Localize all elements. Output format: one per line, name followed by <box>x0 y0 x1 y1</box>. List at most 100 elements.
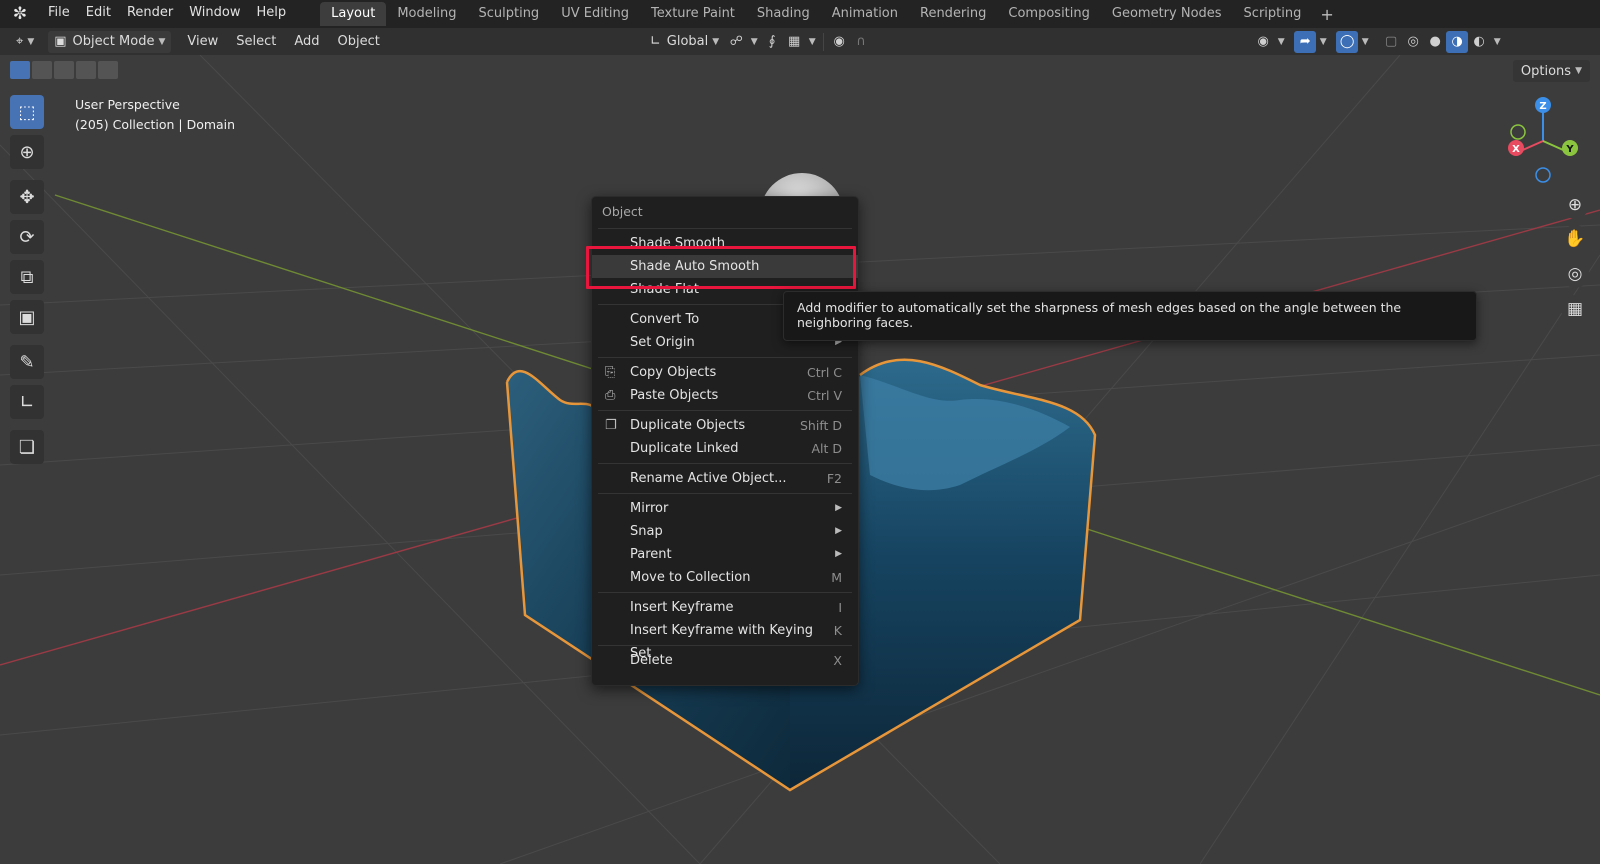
pivot-point-icon[interactable]: ☍ <box>725 31 747 53</box>
menu-item-label: Duplicate Objects <box>630 418 746 433</box>
falloff-curve-icon[interactable]: ∩ <box>850 31 872 53</box>
xray-toggle-icon[interactable]: ▢ <box>1380 31 1402 53</box>
zoom-icon[interactable]: ⊕ <box>1561 191 1589 219</box>
select-extend-icon[interactable] <box>32 61 52 79</box>
pan-hand-icon[interactable]: ✋ <box>1561 225 1589 253</box>
navigation-gizmo[interactable]: Z X Y <box>1508 97 1578 183</box>
overlays-toggle-icon[interactable]: ◯ <box>1336 30 1359 53</box>
tab-sculpting[interactable]: Sculpting <box>467 2 550 26</box>
header-menu-object[interactable]: Object <box>332 31 386 53</box>
tab-texture-paint[interactable]: Texture Paint <box>640 2 746 26</box>
wireframe-shading-icon[interactable]: ◎ <box>1402 31 1424 53</box>
options-dropdown[interactable]: Options ▼ <box>1512 60 1590 82</box>
snap-icon[interactable]: ∮ <box>761 31 783 53</box>
chevron-down-icon[interactable]: ▼ <box>747 31 761 53</box>
menu-item-parent[interactable]: Parent ▶ <box>592 543 858 566</box>
tab-layout[interactable]: Layout <box>320 2 387 26</box>
camera-view-icon[interactable]: ◎ <box>1561 260 1589 288</box>
viewport-header: ⌖ ▼ ▣ Object Mode ▼ View Select Add Object ∟… <box>0 28 1600 55</box>
menu-item-mirror[interactable]: Mirror ▶ <box>592 497 858 520</box>
menu-item-label: Rename Active Object... <box>630 471 787 486</box>
menu-item-label: Convert To <box>630 312 700 327</box>
menu-separator <box>598 592 852 593</box>
editor-type-button[interactable]: ⌖ ▼ <box>10 31 40 53</box>
menu-shortcut: X <box>833 653 842 668</box>
header-menu-add[interactable]: Add <box>288 31 325 53</box>
menu-item-insert-keyframe[interactable]: Insert Keyframe I <box>592 596 858 619</box>
menu-item-label: Set Origin <box>630 335 695 350</box>
menu-item-label: Insert Keyframe with Keying Set <box>630 623 814 661</box>
select-new-icon[interactable] <box>10 61 30 79</box>
tab-rendering[interactable]: Rendering <box>909 2 997 26</box>
add-workspace-button[interactable]: + <box>1312 5 1341 24</box>
tab-geometry-nodes[interactable]: Geometry Nodes <box>1101 2 1233 26</box>
scale-tool-icon[interactable]: ⧉ <box>10 260 44 294</box>
menu-item-paste-objects[interactable]: ⎙ Paste Objects Ctrl V <box>592 384 858 407</box>
chevron-down-icon[interactable]: ▼ <box>1274 31 1288 53</box>
tab-uv-editing[interactable]: UV Editing <box>550 2 640 26</box>
tab-modeling[interactable]: Modeling <box>386 2 467 26</box>
menu-help[interactable]: Help <box>249 0 295 28</box>
menu-item-duplicate-objects[interactable]: ❐ Duplicate Objects Shift D <box>592 414 858 437</box>
menu-item-copy-objects[interactable]: ⎘ Copy Objects Ctrl C <box>592 361 858 384</box>
menu-shortcut: Shift D <box>799 418 842 433</box>
menu-item-rename-active-object[interactable]: Rename Active Object... F2 <box>592 467 858 490</box>
paste-icon: ⎙ <box>605 388 616 403</box>
menu-shortcut: Ctrl V <box>807 388 842 403</box>
blender-logo-icon[interactable]: ✼ <box>0 0 40 28</box>
visibility-icon[interactable]: ◉ <box>1252 31 1274 53</box>
move-tool-icon[interactable]: ✥ <box>10 180 44 214</box>
tab-animation[interactable]: Animation <box>821 2 909 26</box>
proportional-editing-icon[interactable]: ◉ <box>828 31 850 53</box>
material-preview-shading-icon[interactable]: ◑ <box>1446 30 1469 53</box>
menu-item-snap[interactable]: Snap ▶ <box>592 520 858 543</box>
tab-shading[interactable]: Shading <box>746 2 821 26</box>
menu-file[interactable]: File <box>40 0 78 28</box>
mode-dropdown[interactable]: ▣ Object Mode ▼ <box>48 30 172 53</box>
transform-tool-icon[interactable]: ▣ <box>10 300 44 334</box>
add-cube-tool-icon[interactable]: ❏ <box>10 430 44 464</box>
submenu-arrow-icon: ▶ <box>835 549 842 559</box>
tab-scripting[interactable]: Scripting <box>1233 2 1313 26</box>
menu-render[interactable]: Render <box>119 0 181 28</box>
orientation-label: Global <box>666 34 709 49</box>
rotate-tool-icon[interactable]: ⟳ <box>10 220 44 254</box>
menu-item-label: Parent <box>630 547 672 562</box>
select-subtract-icon[interactable] <box>54 61 74 79</box>
snap-target-icon[interactable]: ▦ <box>783 31 805 53</box>
chevron-down-icon[interactable]: ▼ <box>805 31 819 53</box>
copy-icon: ⎘ <box>605 365 616 380</box>
menu-separator <box>598 493 852 494</box>
menu-edit[interactable]: Edit <box>78 0 119 28</box>
chevron-down-icon: ▼ <box>27 36 35 47</box>
submenu-arrow-icon: ▶ <box>835 503 842 513</box>
select-invert-icon[interactable] <box>76 61 96 79</box>
header-menu-view[interactable]: View <box>181 31 224 53</box>
transform-orientation-dropdown[interactable]: ∟ Global ▼ <box>644 31 725 53</box>
menu-item-duplicate-linked[interactable]: Duplicate Linked Alt D <box>592 437 858 460</box>
chevron-down-icon[interactable]: ▼ <box>1316 31 1330 53</box>
chevron-down-icon[interactable]: ▼ <box>1358 31 1372 53</box>
header-menu-select[interactable]: Select <box>230 31 282 53</box>
rendered-shading-icon[interactable]: ◐ <box>1468 31 1490 53</box>
orthographic-grid-icon[interactable]: ▦ <box>1561 295 1589 323</box>
header-menus: View Select Add Object <box>175 31 385 53</box>
gizmo-toggle-icon[interactable]: ➦ <box>1294 30 1317 53</box>
menu-item-move-to-collection[interactable]: Move to Collection M <box>592 566 858 589</box>
tab-compositing[interactable]: Compositing <box>997 2 1101 26</box>
menu-item-label: Move to Collection <box>630 570 751 585</box>
measure-tool-icon[interactable]: ∟ <box>10 385 44 419</box>
annotate-tool-icon[interactable]: ✎ <box>10 345 44 379</box>
menu-separator <box>598 463 852 464</box>
highlight-annotation-box <box>586 246 856 289</box>
select-intersect-icon[interactable] <box>98 61 118 79</box>
select-box-tool-icon[interactable]: ⬚ <box>10 95 44 129</box>
menu-item-delete[interactable]: Delete X <box>592 649 858 672</box>
tooltip: Add modifier to automatically set the sh… <box>783 291 1477 341</box>
menu-item-label: Mirror <box>630 501 669 516</box>
menu-item-insert-keyframe-with-keying-set[interactable]: Insert Keyframe with Keying Set K <box>592 619 858 661</box>
cursor-tool-icon[interactable]: ⊕ <box>10 135 44 169</box>
solid-shading-icon[interactable]: ● <box>1424 31 1446 53</box>
menu-window[interactable]: Window <box>181 0 248 28</box>
chevron-down-icon[interactable]: ▼ <box>1490 31 1504 53</box>
